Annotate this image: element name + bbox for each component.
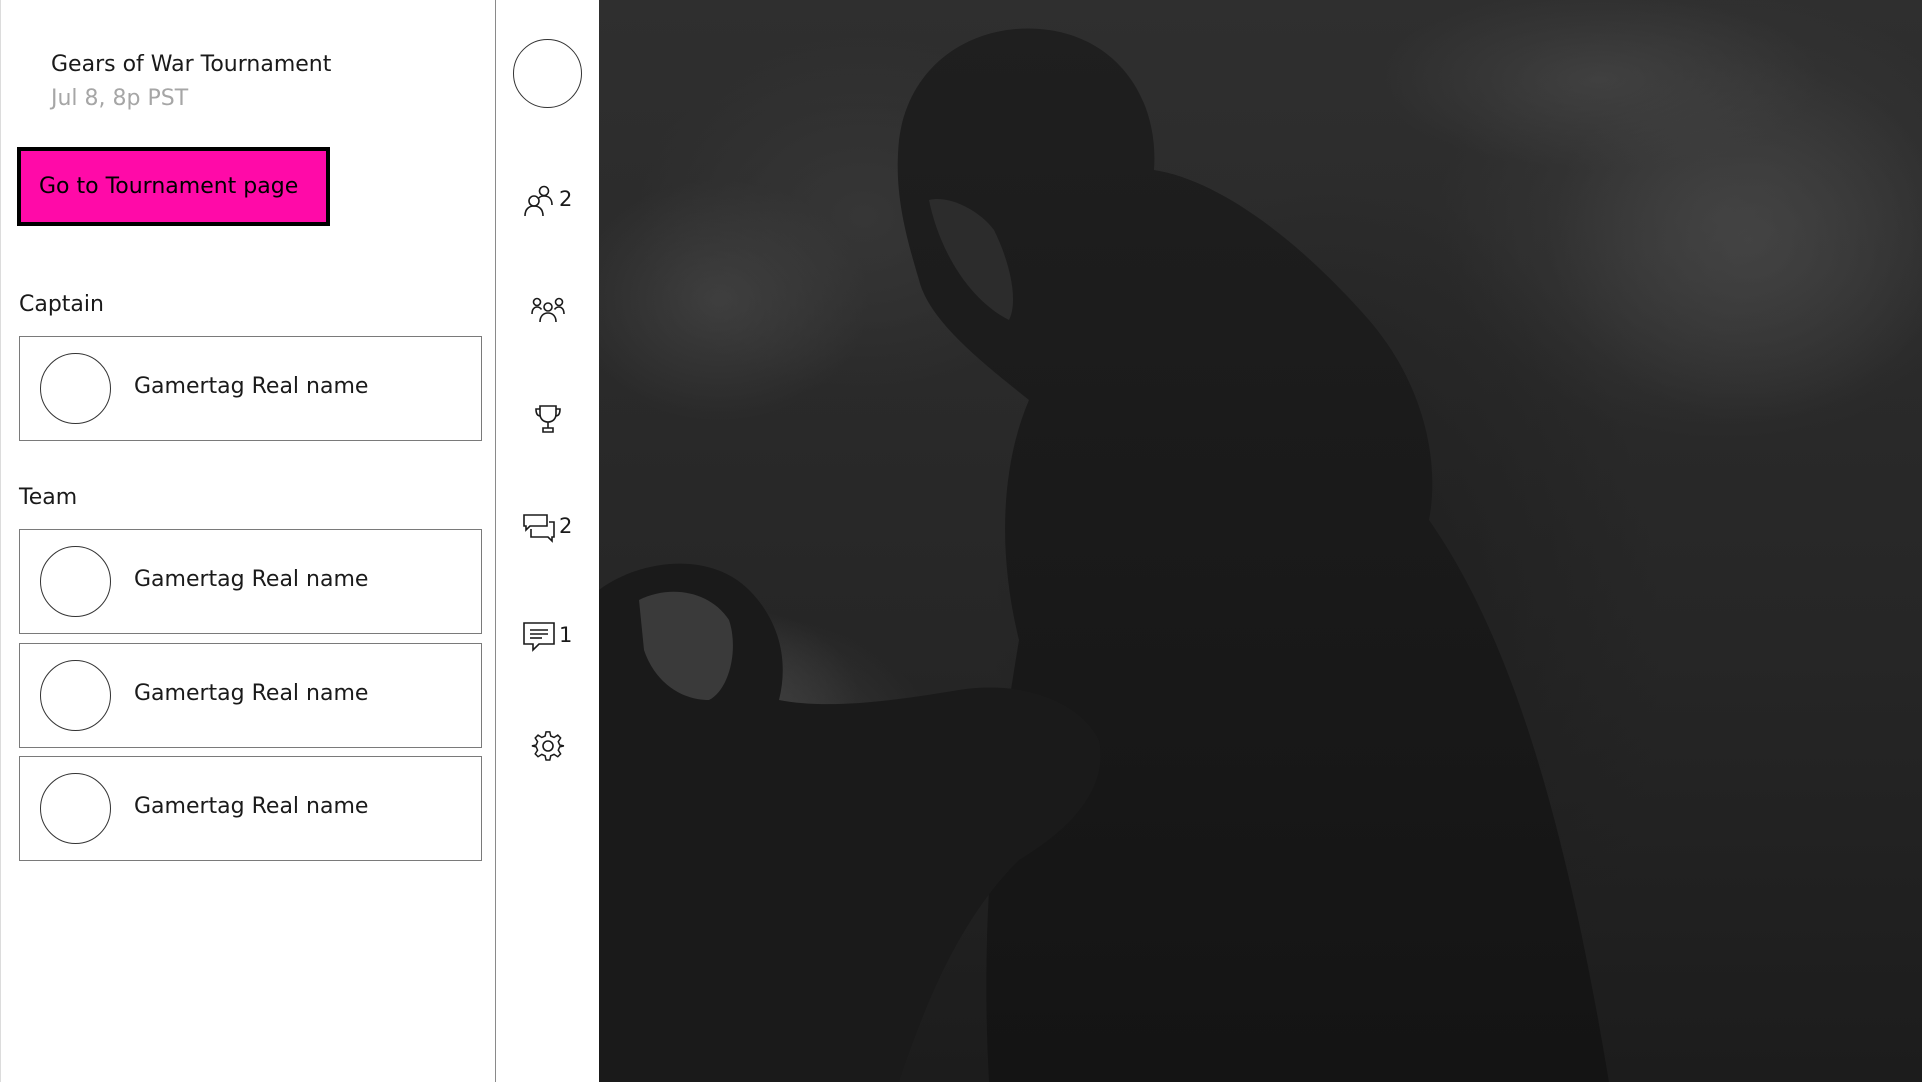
chat-icon — [523, 514, 555, 543]
rail-item-achievements[interactable] — [496, 393, 600, 443]
chat-count: 2 — [559, 514, 573, 538]
friends-count: 2 — [559, 187, 573, 211]
avatar — [40, 546, 111, 617]
trophy-icon — [535, 405, 561, 433]
rail-item-clubs[interactable] — [496, 284, 600, 334]
event-date: Jul 8, 8p PST — [51, 86, 189, 111]
app-window: Gears of War Tournament Jul 8, 8p PST Go… — [0, 0, 1922, 1082]
captain-section-label: Captain — [19, 292, 104, 317]
profile-avatar[interactable] — [513, 39, 582, 108]
member-name: Gamertag Real name — [134, 374, 369, 399]
rail-item-friends[interactable]: 2 — [496, 175, 600, 225]
message-icon — [523, 622, 555, 652]
go-to-tournament-button[interactable]: Go to Tournament page — [17, 147, 330, 226]
avatar — [40, 660, 111, 731]
event-title: Gears of War Tournament — [51, 52, 332, 77]
avatar — [40, 353, 111, 424]
avatar — [40, 773, 111, 844]
member-name: Gamertag Real name — [134, 567, 369, 592]
team-member-card[interactable]: Gamertag Real name — [19, 529, 482, 634]
hero-image — [599, 0, 1922, 1082]
gear-icon — [531, 731, 565, 761]
clubs-icon — [531, 297, 565, 323]
rail-item-chat[interactable]: 2 — [496, 502, 600, 552]
team-section-label: Team — [19, 485, 78, 510]
captain-card[interactable]: Gamertag Real name — [19, 336, 482, 441]
member-name: Gamertag Real name — [134, 794, 369, 819]
hero-figures-silhouette — [599, 0, 1922, 1082]
messages-count: 1 — [559, 623, 573, 647]
icon-rail: 2 2 1 — [495, 0, 599, 1082]
rail-item-settings[interactable] — [496, 720, 600, 770]
tournament-panel: Gears of War Tournament Jul 8, 8p PST Go… — [0, 0, 495, 1082]
friends-icon — [524, 185, 553, 217]
rail-item-messages[interactable]: 1 — [496, 611, 600, 661]
team-member-card[interactable]: Gamertag Real name — [19, 643, 482, 748]
team-member-card[interactable]: Gamertag Real name — [19, 756, 482, 861]
member-name: Gamertag Real name — [134, 681, 369, 706]
